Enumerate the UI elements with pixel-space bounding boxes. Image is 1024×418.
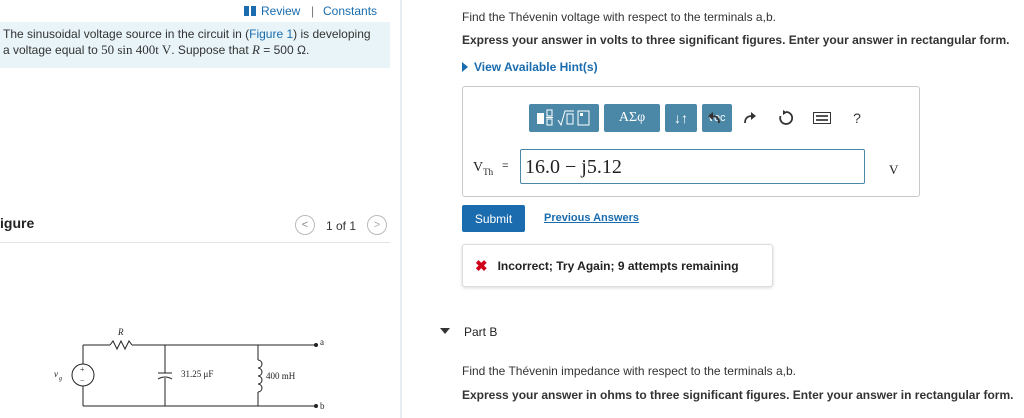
hint-label: View Available Hint(s) [474, 60, 598, 74]
problem-statement: The sinusoidal voltage source in the cir… [0, 22, 390, 68]
top-bar: Review | Constants [0, 0, 390, 22]
figure-heading: igure [0, 215, 35, 231]
vth-variable-label: VTh [473, 160, 493, 177]
problem-line-1: The sinusoidal voltage source in the cir… [3, 27, 390, 42]
terminal-a-label: a [320, 337, 324, 347]
book-icon [244, 6, 256, 16]
var-subscript: Th [483, 166, 494, 177]
answer-panel: ΑΣφ ↓↑ vec ? VTh = 16.0 − j5.12 V [462, 86, 920, 197]
undo-icon[interactable] [703, 107, 725, 129]
constants-link[interactable]: Constants [323, 4, 377, 18]
unit-label: V [889, 162, 899, 177]
answer-input[interactable]: 16.0 − j5.12 [520, 149, 865, 184]
greek-symbols-button[interactable]: ΑΣφ [604, 104, 660, 132]
header-separator: | [311, 4, 315, 18]
r-symbol: R [252, 42, 260, 57]
review-label: Review [261, 4, 301, 18]
caret-down-icon[interactable] [440, 328, 450, 334]
r-value: = 500 Ω. [259, 43, 310, 57]
circuit-diagram: + − v g R 31.25 μF 400 mH a b [54, 327, 325, 411]
math-toolbar: ΑΣφ ↓↑ vec [529, 104, 732, 134]
figure-link[interactable]: Figure 1 [249, 27, 293, 41]
help-icon[interactable]: ? [846, 107, 868, 129]
terminal-b-label: b [320, 401, 325, 411]
source-label: v [54, 369, 58, 379]
subscript-superscript-button[interactable]: ↓↑ [665, 104, 697, 132]
part-a-question: Find the Thévenin voltage with respect t… [462, 10, 776, 24]
problem-text: The sinusoidal voltage source in the cir… [3, 27, 250, 41]
problem-text: . Suppose that [171, 43, 252, 57]
var-symbol: V [473, 160, 484, 175]
inductor-label: 400 mH [266, 371, 296, 381]
submit-button[interactable]: Submit [462, 205, 525, 232]
problem-text: a voltage equal to [3, 43, 102, 57]
left-pane: Review | Constants The sinusoidal voltag… [0, 0, 400, 418]
problem-text: ) is developing [293, 27, 371, 41]
source-voltage-expression: 50 sin 400t V [101, 42, 172, 57]
keyboard-icon[interactable] [811, 107, 833, 129]
svg-text:−: − [80, 376, 85, 385]
problem-line-2: a voltage equal to 50 sin 400t V. Suppos… [3, 42, 390, 58]
svg-text:+: + [80, 365, 85, 374]
resistor-label: R [117, 327, 124, 337]
right-pane: Find the Thévenin voltage with respect t… [402, 0, 1024, 418]
equals-sign: = [502, 160, 509, 172]
part-a-instruction: Express your answer in volts to three si… [462, 33, 1010, 47]
part-b-title[interactable]: Part B [464, 325, 497, 339]
part-b-question: Find the Thévenin impedance with respect… [462, 364, 796, 378]
redo-icon[interactable] [739, 107, 761, 129]
source-sub: g [59, 376, 62, 382]
capacitor-label: 31.25 μF [181, 369, 213, 379]
caret-right-icon [462, 62, 468, 72]
incorrect-x-icon: ✖ [475, 257, 488, 275]
figure-prev-button[interactable]: < [295, 215, 315, 235]
feedback-message: ✖ Incorrect; Try Again; 9 attempts remai… [462, 244, 773, 287]
part-b-instruction: Express your answer in ohms to three sig… [462, 388, 1014, 402]
divider [0, 242, 390, 243]
previous-answers-link[interactable]: Previous Answers [544, 212, 639, 224]
figure-next-button[interactable]: > [367, 215, 387, 235]
feedback-text: Incorrect; Try Again; 9 attempts remaini… [497, 258, 739, 273]
reset-icon[interactable] [775, 107, 797, 129]
review-link[interactable]: Review [244, 4, 300, 18]
view-hints-link[interactable]: View Available Hint(s) [462, 60, 598, 74]
template-button[interactable] [529, 104, 599, 132]
templates-icon [537, 109, 590, 127]
figure-page-count: 1 of 1 [326, 219, 357, 233]
